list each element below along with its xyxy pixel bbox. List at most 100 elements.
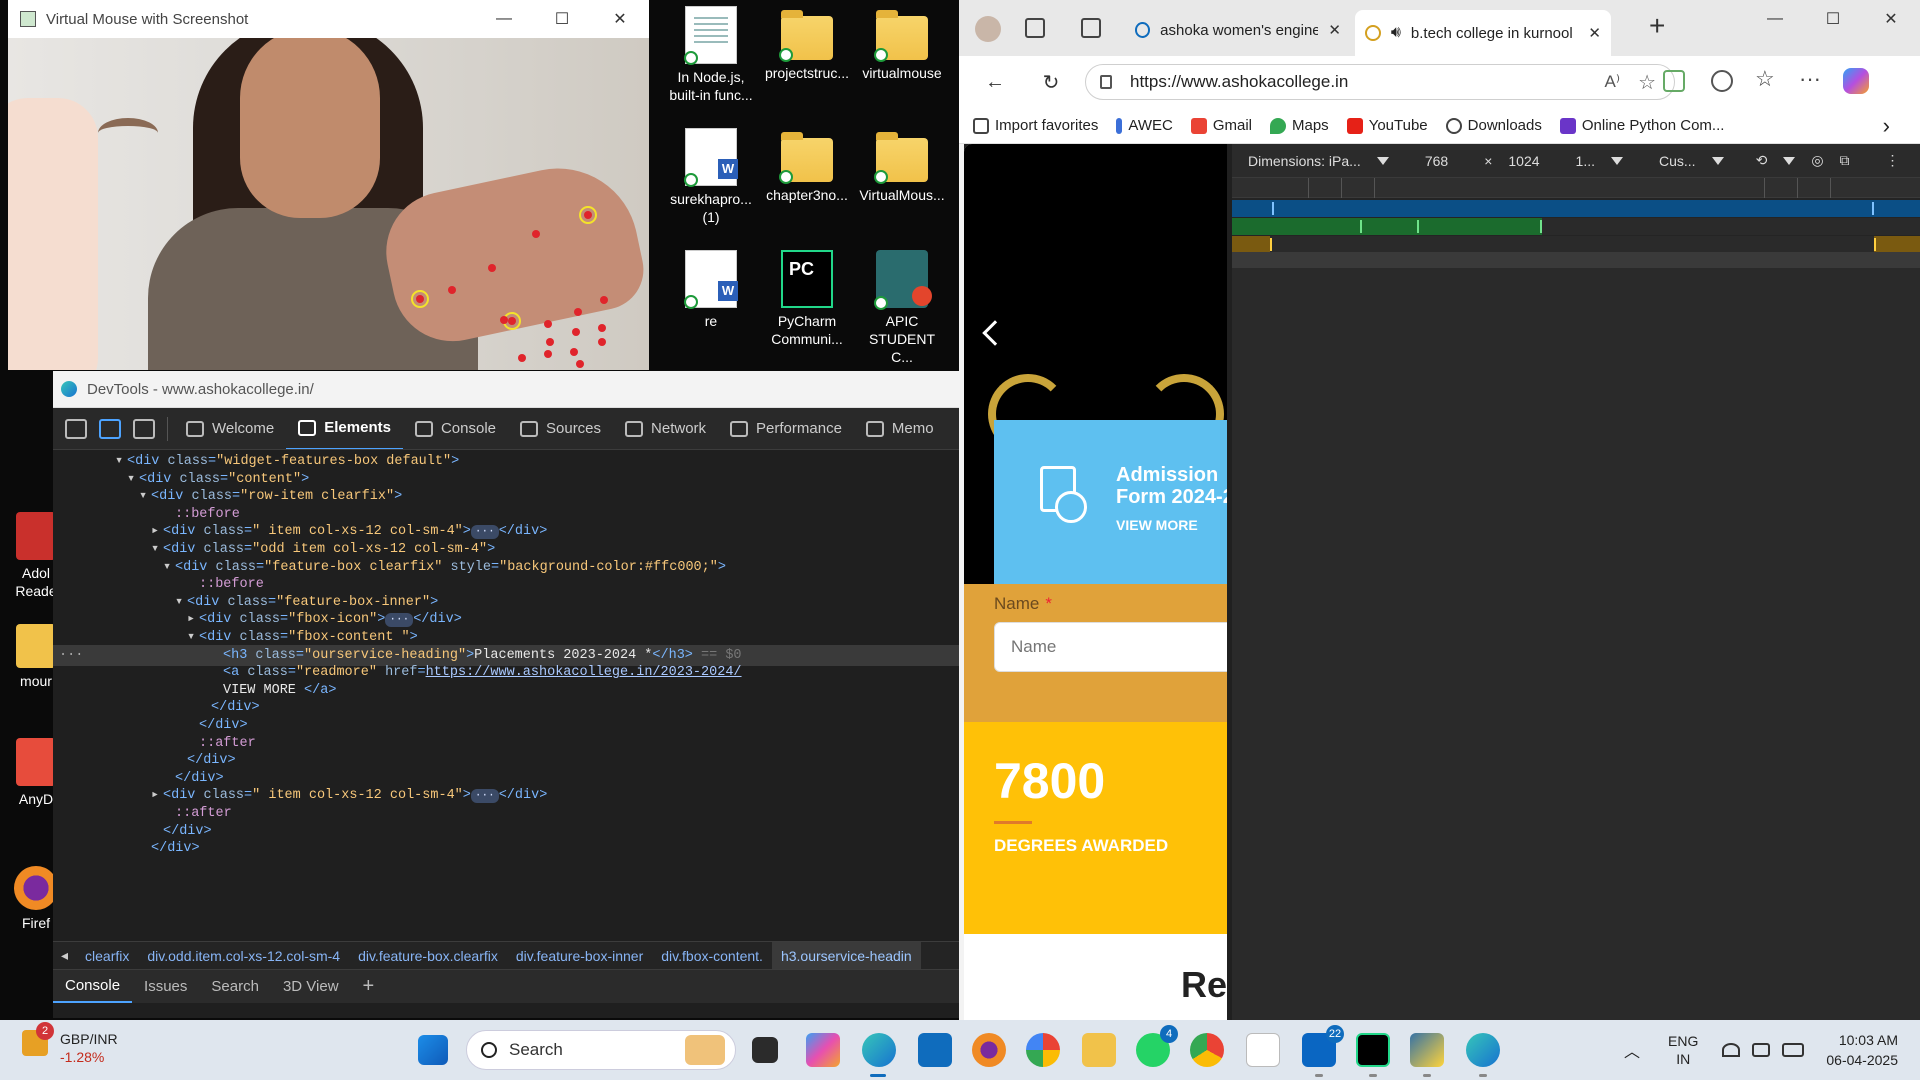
favorite-youtube[interactable]: YouTube <box>1346 117 1428 134</box>
dock-icon[interactable]: ⧉ <box>1832 152 1858 169</box>
close-button[interactable]: ✕ <box>591 0 649 38</box>
vertical-tabs-icon[interactable] <box>1081 18 1101 38</box>
edge-dev-icon[interactable] <box>1466 1033 1500 1067</box>
close-tab-icon[interactable]: ✕ <box>1328 21 1341 39</box>
battery-icon[interactable] <box>1782 1043 1805 1057</box>
tab-network[interactable]: Network <box>613 408 718 449</box>
favorite-gmail[interactable]: Gmail <box>1190 117 1252 134</box>
tab-console[interactable]: Console <box>403 408 508 449</box>
lock-icon[interactable] <box>1100 75 1112 89</box>
dock-sidebar-icon[interactable] <box>133 418 155 439</box>
inspect-element-icon[interactable] <box>65 418 87 439</box>
viewport-width-input[interactable]: 768 <box>1417 153 1456 169</box>
wikipedia-icon[interactable] <box>1246 1033 1280 1067</box>
more-menu-icon[interactable]: ··· <box>1799 66 1821 92</box>
collapsed-children-button[interactable]: ··· <box>470 789 499 804</box>
firefox-taskbar-icon[interactable] <box>972 1033 1006 1067</box>
browser-tab-active[interactable]: 🔊︎ b.tech college in kurnool ✕ <box>1355 10 1611 56</box>
chrome-icon[interactable] <box>1190 1033 1224 1067</box>
wifi-icon[interactable] <box>1722 1043 1741 1057</box>
breadcrumb-item[interactable]: div.feature-box-inner <box>507 948 652 964</box>
breadcrumb-item[interactable]: clearfix <box>76 948 138 964</box>
desktop-icon-pycharm[interactable]: PyCharm Communi... <box>762 250 852 348</box>
chevron-down-icon[interactable] <box>1376 156 1389 165</box>
breadcrumb-item[interactable]: div.feature-box.clearfix <box>349 948 507 964</box>
minimize-button[interactable]: — <box>1746 0 1804 38</box>
refresh-button[interactable]: ↻ <box>1031 70 1071 95</box>
clock[interactable]: 10:03 AM 06-04-2025 <box>1826 1030 1898 1070</box>
google-icon[interactable] <box>1026 1033 1060 1067</box>
favorites-icon[interactable]: ☆ <box>1755 66 1775 92</box>
linkedin-icon[interactable]: 22 <box>1302 1025 1344 1067</box>
zoom-select[interactable]: 1... <box>1568 153 1603 169</box>
chevron-down-icon[interactable] <box>1711 156 1724 165</box>
media-query-bar-max-width[interactable] <box>1232 200 1920 217</box>
python-icon[interactable] <box>1410 1033 1444 1067</box>
maximize-button[interactable]: ☐ <box>1804 0 1862 38</box>
collapsed-children-button[interactable]: ··· <box>470 525 499 540</box>
favorite-awec[interactable]: AWEC <box>1116 117 1173 134</box>
dom-token[interactable]: https://www.ashokacollege.in/2023-2024/ <box>426 665 742 680</box>
input-language-indicator[interactable]: ENG IN <box>1668 1032 1698 1068</box>
close-tab-icon[interactable]: ✕ <box>1588 24 1601 42</box>
chevron-down-icon[interactable] <box>1783 156 1796 165</box>
read-aloud-icon[interactable]: A⁾ <box>1604 72 1620 92</box>
desktop-icon-re[interactable]: re <box>666 250 756 330</box>
minimize-button[interactable]: — <box>475 0 533 38</box>
drawer-tab-issues[interactable]: Issues <box>132 978 199 995</box>
copilot-icon[interactable] <box>1843 68 1869 94</box>
task-view-icon[interactable] <box>752 1037 778 1063</box>
desktop-icon-virtualmouse[interactable]: virtualmouse <box>857 6 947 82</box>
desktop-icon-chapter3no[interactable]: chapter3no... <box>762 128 852 204</box>
file-explorer-icon[interactable] <box>1082 1033 1116 1067</box>
outlook-icon[interactable] <box>918 1033 952 1067</box>
collapsed-children-button[interactable]: ··· <box>385 613 414 628</box>
taskbar-search-box[interactable]: Search <box>466 1030 736 1070</box>
drawer-tab-3d-view[interactable]: 3D View <box>271 978 351 995</box>
tab-performance[interactable]: Performance <box>718 408 854 449</box>
tab-memory[interactable]: Memo <box>854 408 946 449</box>
pycharm-taskbar-icon[interactable] <box>1356 1033 1390 1067</box>
desktop-icon-virtualmous[interactable]: VirtualMous... <box>857 128 947 204</box>
media-query-bar-min-width[interactable] <box>1232 236 1920 253</box>
profile-avatar[interactable] <box>975 16 1001 42</box>
viewport-height-input[interactable]: 1024 <box>1500 153 1547 169</box>
new-tab-button[interactable]: + <box>1649 10 1665 42</box>
favorites-overflow-chevron-icon[interactable]: › <box>1883 113 1890 139</box>
workspaces-icon[interactable] <box>1025 18 1045 38</box>
start-windows-icon[interactable] <box>418 1035 448 1065</box>
virtual-mouse-titlebar[interactable]: Virtual Mouse with Screenshot — ☐ ✕ <box>8 0 649 38</box>
desktop-icon-surekhapro[interactable]: surekhapro... (1) <box>666 128 756 226</box>
breadcrumb-item[interactable]: div.odd.item.col-xs-12.col-sm-4 <box>138 948 349 964</box>
breadcrumb-scroll-left-icon[interactable]: ◂ <box>53 947 76 964</box>
tab-elements[interactable]: Elements <box>286 408 403 449</box>
copilot-icon[interactable] <box>806 1033 840 1067</box>
tab-sources[interactable]: Sources <box>508 408 613 449</box>
media-query-bar-min-max[interactable] <box>1232 218 1920 235</box>
edge-taskbar-icon[interactable] <box>862 1033 896 1067</box>
desktop-icon-nodejs-doc[interactable]: In Node.js, built-in func... <box>666 6 756 104</box>
favorite-online-python[interactable]: Online Python Com... <box>1559 117 1724 134</box>
name-input[interactable] <box>994 622 1227 672</box>
audio-playing-icon[interactable]: 🔊︎ <box>1391 24 1401 42</box>
browser-tab-search[interactable]: ashoka women's engineering ✕ <box>1125 12 1351 48</box>
breadcrumb-item[interactable]: div.fbox-content. <box>652 948 772 964</box>
drawer-tab-search[interactable]: Search <box>199 978 271 995</box>
back-button[interactable]: ← <box>975 71 1015 94</box>
desktop-icon-projectstruc[interactable]: projectstruc... <box>762 6 852 82</box>
add-drawer-tab-button[interactable]: + <box>351 975 387 998</box>
address-bar[interactable]: https://www.ashokacollege.in A⁾ ☆ <box>1085 64 1675 100</box>
dom-node[interactable]: </div> <box>53 838 959 859</box>
extensions-icon[interactable] <box>1711 70 1733 92</box>
close-button[interactable]: ✕ <box>1862 0 1920 38</box>
throttle-select[interactable]: Cus... <box>1651 153 1704 169</box>
whatsapp-icon[interactable]: 4 <box>1136 1025 1178 1067</box>
device-dimensions-select[interactable]: Dimensions: iPa... <box>1240 153 1369 169</box>
breadcrumb-item-current[interactable]: h3.ourservice-headin <box>771 942 921 969</box>
devtools-titlebar[interactable]: DevTools - www.ashokacollege.in/ <box>53 371 959 408</box>
widgets-button[interactable]: 2 GBP/INR -1.28% <box>22 1022 118 1066</box>
favorite-downloads[interactable]: Downloads <box>1445 117 1542 134</box>
slider-prev-arrow-icon[interactable] <box>982 320 1008 346</box>
admission-view-more-link[interactable]: VIEW MORE <box>1116 517 1198 533</box>
admission-form-card[interactable]: Admission Form 2024-2 VIEW MORE <box>994 420 1227 584</box>
